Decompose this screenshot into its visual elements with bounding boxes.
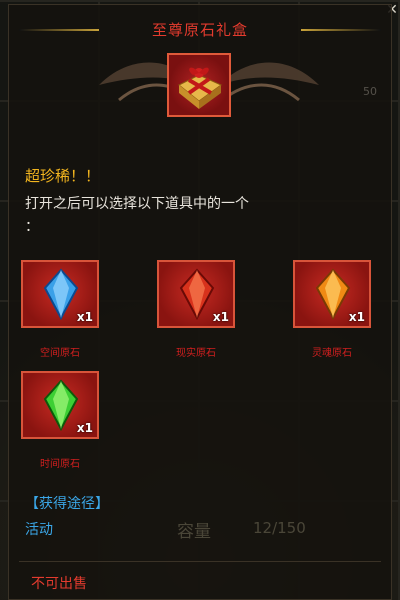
rarity-text: 超珍稀！！ bbox=[25, 167, 101, 185]
green-gem-icon bbox=[43, 379, 79, 431]
title-bar: 至尊原石礼盒 bbox=[9, 15, 391, 49]
capacity-value: 12/150 bbox=[253, 519, 306, 537]
blue-gem-icon bbox=[43, 268, 79, 320]
gem-slot-reality[interactable]: x1 bbox=[157, 260, 235, 328]
orange-gem-icon bbox=[315, 268, 351, 320]
gem-label: 时间原石 bbox=[40, 459, 80, 470]
source-value: 活动 bbox=[25, 522, 53, 538]
sell-status: 不可出售 bbox=[31, 576, 87, 592]
source-heading: 【获得途径】 bbox=[25, 496, 109, 512]
item-tooltip: 至尊原石礼盒 50 超珍稀！！ 打开之后可以选择以下道具中的一个 ： x1 空间… bbox=[8, 4, 392, 600]
gem-quantity: x1 bbox=[348, 310, 365, 324]
gem-slot-space[interactable]: x1 bbox=[21, 260, 99, 328]
gem-quantity: x1 bbox=[76, 310, 93, 324]
item-description: 打开之后可以选择以下道具中的一个 ： bbox=[25, 196, 249, 235]
gem-slot-soul[interactable]: x1 bbox=[293, 260, 371, 328]
gem-quantity: x1 bbox=[76, 421, 93, 435]
divider bbox=[19, 561, 381, 562]
gem-quantity: x1 bbox=[212, 310, 229, 324]
red-gem-icon bbox=[179, 268, 215, 320]
gem-label: 灵魂原石 bbox=[312, 348, 352, 359]
gem-label: 现实原石 bbox=[176, 348, 216, 359]
capacity-label: 容量 bbox=[177, 522, 211, 542]
gem-slot-time[interactable]: x1 bbox=[21, 371, 99, 439]
gem-label: 空间原石 bbox=[40, 348, 80, 359]
gift-box-icon bbox=[167, 53, 231, 117]
background-count: 50 bbox=[363, 85, 377, 98]
title-divider-right bbox=[301, 29, 381, 31]
